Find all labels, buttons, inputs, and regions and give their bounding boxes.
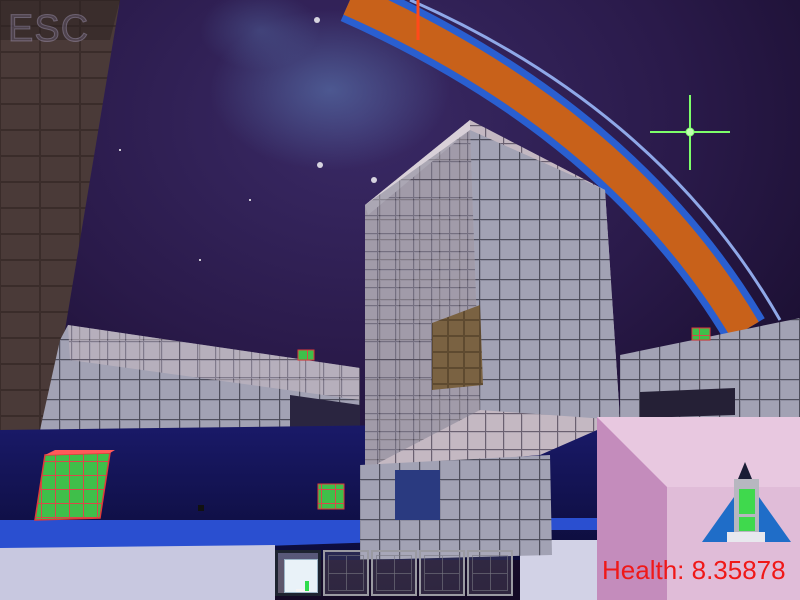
hotbar [275,550,525,600]
hotbar-slot-1[interactable] [275,550,321,596]
hotbar-slot-3[interactable] [371,550,417,596]
block-icon [284,559,318,593]
hotbar-slot-2[interactable] [323,550,369,596]
hotbar-slot-5[interactable] [467,550,513,596]
hotbar-slot-4[interactable] [419,550,465,596]
menu-hint: ESC [7,8,90,51]
health-readout: Health: 8.35878 [602,555,786,585]
